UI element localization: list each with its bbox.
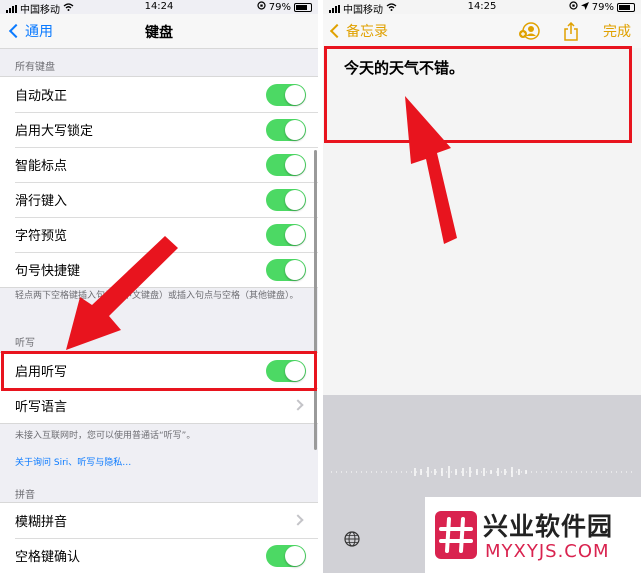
watermark-logo-icon (435, 511, 477, 559)
watermark: 兴业软件园 MYXYJS.COM (425, 497, 641, 573)
red-arrow-pointing-note (405, 96, 457, 244)
red-arrow-pointing-dictation (66, 236, 178, 350)
notes-screen: 中国移动 14:25 79% 备忘录 完成 今天的天气不错。 兴业软件园 MYX… (323, 0, 641, 573)
watermark-title: 兴业软件园 (483, 512, 614, 541)
watermark-subtitle: MYXYJS.COM (485, 541, 610, 562)
keyboard-settings-screen: 中国移动 14:24 79% 通用 键盘 所有键盘 自动改正 启用大写锁定 智能… (0, 0, 318, 573)
